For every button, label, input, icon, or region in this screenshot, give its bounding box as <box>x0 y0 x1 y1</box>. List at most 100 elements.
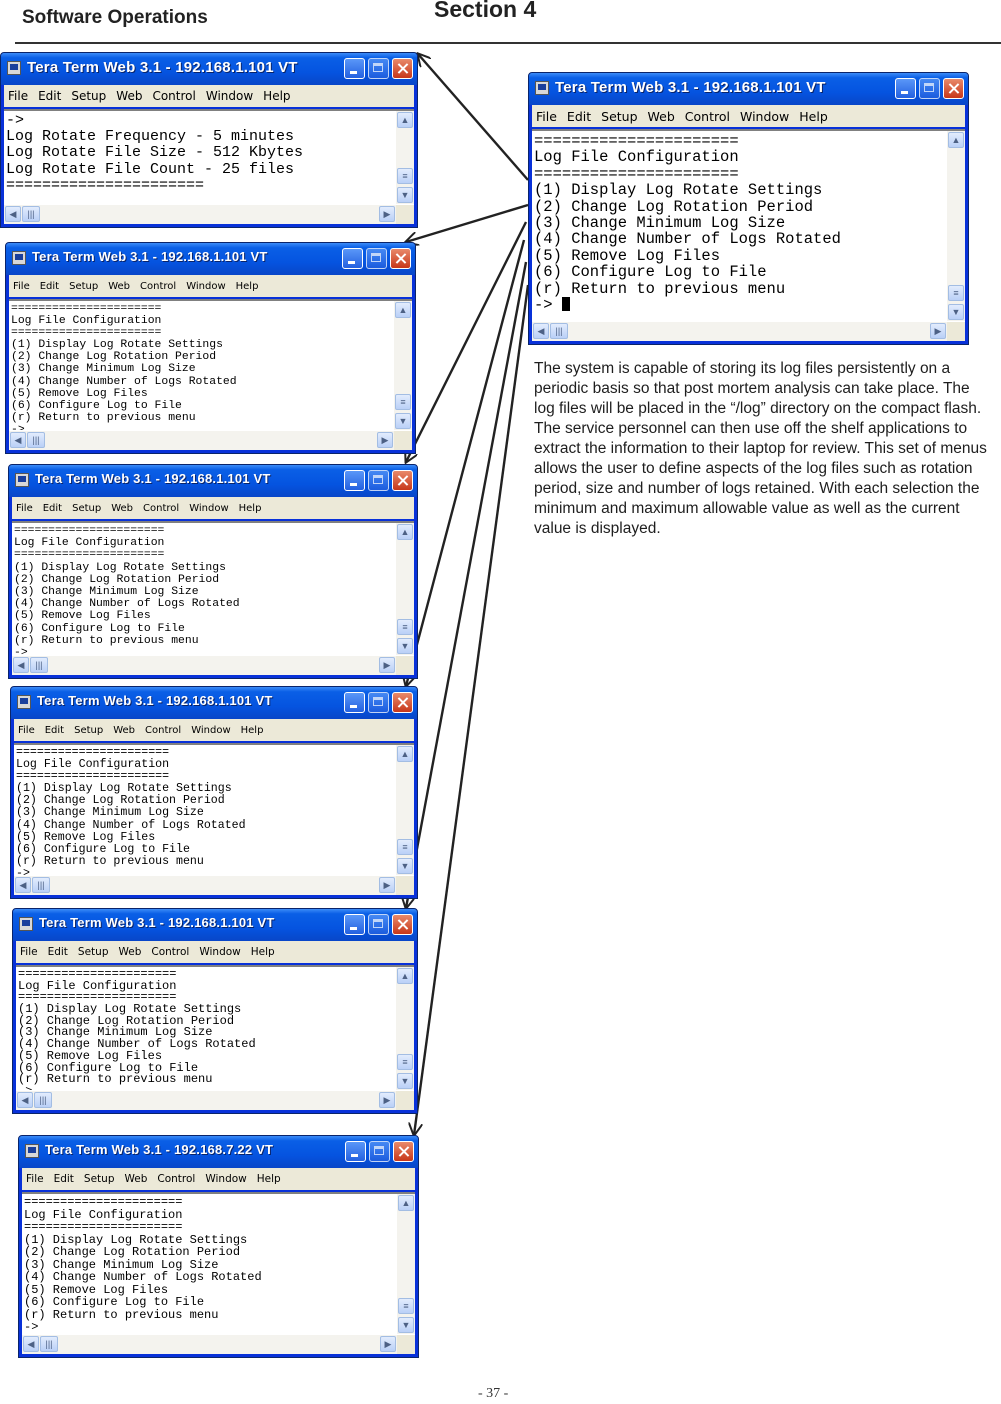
terminal-area[interactable]: ====================== Log File Configura… <box>14 743 414 895</box>
title-bar[interactable]: Tera Term Web 3.1 - 192.168.7.22 VT <box>19 1136 418 1168</box>
minimize-button[interactable] <box>344 692 365 713</box>
horizontal-scrollbar[interactable]: ◀ ||| ▶ <box>9 431 394 450</box>
terminal-area[interactable]: ====================== Log File Configura… <box>532 129 965 341</box>
maximize-button[interactable] <box>369 1141 390 1162</box>
scroll-right-icon[interactable]: ▶ <box>379 1092 395 1108</box>
scroll-left-icon[interactable]: ◀ <box>5 206 21 222</box>
terminal-area[interactable]: ====================== Log File Configura… <box>12 521 414 675</box>
menu-item-window[interactable]: Window <box>205 1173 246 1185</box>
title-bar[interactable]: Tera Term Web 3.1 - 192.168.1.101 VT <box>9 465 417 497</box>
minimize-button[interactable] <box>344 58 365 79</box>
hscroll-thumb[interactable]: ||| <box>34 1092 52 1108</box>
menu-item-setup[interactable]: Setup <box>69 281 98 292</box>
maximize-button[interactable] <box>366 248 387 269</box>
menu-item-setup[interactable]: Setup <box>72 503 101 514</box>
minimize-button[interactable] <box>345 1141 366 1162</box>
maximize-button[interactable] <box>368 692 389 713</box>
maximize-button[interactable] <box>368 914 389 935</box>
horizontal-scrollbar[interactable]: ◀ ||| ▶ <box>532 322 947 341</box>
horizontal-scrollbar[interactable]: ◀ ||| ▶ <box>4 205 396 224</box>
close-button[interactable] <box>390 248 411 269</box>
menu-item-web[interactable]: Web <box>113 725 135 736</box>
hscroll-thumb[interactable]: ||| <box>550 323 568 339</box>
scroll-up-icon[interactable]: ▲ <box>948 132 964 148</box>
menu-item-control[interactable]: Control <box>140 281 176 292</box>
resize-grip-icon[interactable] <box>394 431 412 450</box>
horizontal-scrollbar[interactable]: ◀ ||| ▶ <box>12 656 396 675</box>
resize-grip-icon[interactable] <box>396 205 414 224</box>
scroll-right-icon[interactable]: ▶ <box>379 877 395 893</box>
vertical-scrollbar[interactable]: ▲ ≡ ▼ <box>396 523 414 655</box>
menu-item-help[interactable]: Help <box>257 1173 281 1185</box>
scroll-left-icon[interactable]: ◀ <box>533 323 549 339</box>
menu-item-help[interactable]: Help <box>263 89 290 103</box>
hscroll-thumb[interactable]: ||| <box>30 657 48 673</box>
vertical-scrollbar[interactable]: ▲ ≡ ▼ <box>396 745 414 875</box>
close-button[interactable] <box>392 914 413 935</box>
scroll-thumb[interactable]: ≡ <box>397 839 413 855</box>
menu-item-edit[interactable]: Edit <box>40 281 59 292</box>
scroll-up-icon[interactable]: ▲ <box>397 112 413 128</box>
resize-grip-icon[interactable] <box>396 656 414 675</box>
minimize-button[interactable] <box>342 248 363 269</box>
scroll-right-icon[interactable]: ▶ <box>930 323 946 339</box>
scroll-down-icon[interactable]: ▼ <box>397 187 413 203</box>
menu-item-file[interactable]: File <box>26 1173 44 1185</box>
title-bar[interactable]: Tera Term Web 3.1 - 192.168.1.101 VT <box>6 243 415 275</box>
menu-item-edit[interactable]: Edit <box>567 109 591 124</box>
menu-item-web[interactable]: Web <box>108 281 130 292</box>
menu-item-file[interactable]: File <box>536 109 557 124</box>
resize-grip-icon[interactable] <box>396 1091 414 1110</box>
scroll-left-icon[interactable]: ◀ <box>13 657 29 673</box>
menu-item-control[interactable]: Control <box>143 503 179 514</box>
menu-item-control[interactable]: Control <box>685 109 730 124</box>
terminal-area[interactable]: -> Log Rotate Frequency - 5 minutes Log Ro… <box>4 109 414 224</box>
close-button[interactable] <box>392 470 413 491</box>
minimize-button[interactable] <box>895 78 916 99</box>
scroll-thumb[interactable]: ≡ <box>397 168 413 184</box>
menu-item-window[interactable]: Window <box>191 725 230 736</box>
scroll-down-icon[interactable]: ▼ <box>397 858 413 874</box>
terminal-area[interactable]: ====================== Log File Configura… <box>9 299 412 450</box>
menu-item-setup[interactable]: Setup <box>78 946 109 958</box>
horizontal-scrollbar[interactable]: ◀ ||| ▶ <box>22 1335 397 1354</box>
scroll-left-icon[interactable]: ◀ <box>10 432 26 448</box>
terminal-area[interactable]: ====================== Log File Configura… <box>22 1192 415 1354</box>
menu-item-edit[interactable]: Edit <box>43 503 62 514</box>
scroll-up-icon[interactable]: ▲ <box>397 524 413 540</box>
menu-item-edit[interactable]: Edit <box>38 89 61 103</box>
close-button[interactable] <box>393 1141 414 1162</box>
scroll-left-icon[interactable]: ◀ <box>17 1092 33 1108</box>
minimize-button[interactable] <box>344 470 365 491</box>
menu-item-web[interactable]: Web <box>111 503 133 514</box>
menu-item-edit[interactable]: Edit <box>54 1173 74 1185</box>
menu-item-control[interactable]: Control <box>152 89 195 103</box>
menu-item-setup[interactable]: Setup <box>74 725 103 736</box>
scroll-left-icon[interactable]: ◀ <box>23 1336 39 1352</box>
menu-item-help[interactable]: Help <box>236 281 259 292</box>
scroll-thumb[interactable]: ≡ <box>397 1054 413 1070</box>
menu-item-help[interactable]: Help <box>239 503 262 514</box>
menu-item-file[interactable]: File <box>8 89 28 103</box>
hscroll-thumb[interactable]: ||| <box>40 1336 58 1352</box>
menu-item-setup[interactable]: Setup <box>71 89 106 103</box>
menu-item-control[interactable]: Control <box>151 946 189 958</box>
hscroll-thumb[interactable]: ||| <box>22 206 40 222</box>
resize-grip-icon[interactable] <box>947 322 965 341</box>
scroll-thumb[interactable]: ≡ <box>395 394 411 410</box>
scroll-up-icon[interactable]: ▲ <box>395 302 411 318</box>
menu-item-web[interactable]: Web <box>648 109 675 124</box>
vertical-scrollbar[interactable]: ▲ ≡ ▼ <box>947 131 965 321</box>
scroll-right-icon[interactable]: ▶ <box>380 1336 396 1352</box>
menu-item-web[interactable]: Web <box>124 1173 147 1185</box>
menu-item-control[interactable]: Control <box>145 725 181 736</box>
scroll-up-icon[interactable]: ▲ <box>397 746 413 762</box>
scroll-thumb[interactable]: ≡ <box>398 1298 414 1314</box>
vertical-scrollbar[interactable]: ▲ ≡ ▼ <box>394 301 412 430</box>
title-bar[interactable]: Tera Term Web 3.1 - 192.168.1.101 VT <box>1 53 417 85</box>
menu-item-setup[interactable]: Setup <box>601 109 637 124</box>
hscroll-thumb[interactable]: ||| <box>27 432 45 448</box>
menu-item-file[interactable]: File <box>16 503 33 514</box>
close-button[interactable] <box>392 692 413 713</box>
menu-item-window[interactable]: Window <box>186 281 225 292</box>
